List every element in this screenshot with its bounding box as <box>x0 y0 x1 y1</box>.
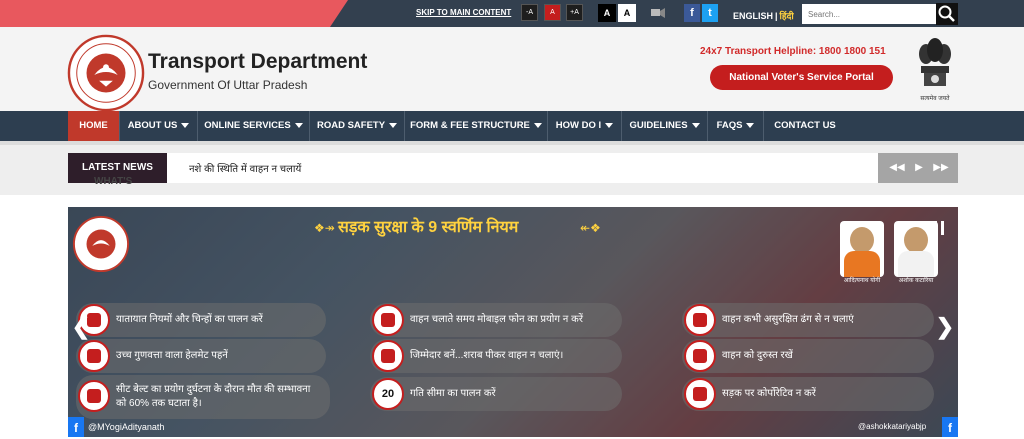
chevron-down-icon <box>181 122 190 128</box>
slider-next-arrow[interactable]: ❯ <box>934 313 956 341</box>
fb-handle-left[interactable]: @MYogiAdityanath <box>88 417 164 437</box>
rule-item-8: वाहन को दुरुस्त रखें <box>682 339 934 373</box>
lang-english-link[interactable]: ENGLISH <box>733 11 773 21</box>
light-contrast-button[interactable]: A <box>618 4 636 22</box>
news-controls: ◀◀ ▶ ▶▶ <box>878 153 958 183</box>
skip-to-main-link[interactable]: SKIP TO MAIN CONTENT <box>416 8 511 17</box>
leader-name-2: अशोक कटारिया <box>898 278 934 284</box>
dark-contrast-button[interactable]: A <box>598 4 616 22</box>
speed-limit-icon: 20 <box>372 378 404 410</box>
main-nav: HOME ABOUT US ONLINE SERVICES ROAD SAFET… <box>0 111 1024 141</box>
vehicle-maintenance-icon <box>684 340 716 372</box>
nav-road-safety[interactable]: ROAD SAFETY <box>310 111 405 141</box>
page-subtitle: Government Of Uttar Pradesh <box>148 78 308 92</box>
chevron-down-icon <box>691 122 700 128</box>
rule-item-4: वाहन चलाते समय मोबाइल फोन का प्रयोग न कर… <box>370 303 622 337</box>
leader-portrait-1 <box>840 221 884 277</box>
chevron-down-icon <box>389 122 398 128</box>
rule-item-7: वाहन कभी असुरक्षित ढंग से न चलाएं <box>682 303 934 337</box>
no-mobile-icon <box>372 304 404 336</box>
nav-online-services[interactable]: ONLINE SERVICES <box>198 111 310 141</box>
road-safety-banner: ❖↠ सड़क सुरक्षा के 9 स्वर्णिम नियम ↞❖ आद… <box>68 207 958 437</box>
facebook-icon[interactable]: f <box>684 4 700 22</box>
rule-item-5: जिम्मेदार बनें...शराब पीकर वाहन न चलाएं। <box>370 339 622 373</box>
pedestrian-icon <box>684 378 716 410</box>
voter-portal-button[interactable]: National Voter's Service Portal <box>710 65 893 90</box>
search-input[interactable] <box>802 4 936 24</box>
search-icon <box>938 5 955 22</box>
leader-portrait-2 <box>894 221 938 277</box>
helmet-icon <box>78 340 110 372</box>
national-emblem: सत्यमेव जयते <box>912 32 958 104</box>
nav-how-do-i[interactable]: HOW DO I <box>548 111 622 141</box>
ashoka-emblem-icon <box>919 38 951 86</box>
chevron-down-icon <box>605 122 614 128</box>
nav-about-us[interactable]: ABOUT US <box>120 111 198 141</box>
lang-hindi-link[interactable]: हिंदी <box>780 11 794 21</box>
facebook-icon: f <box>942 417 958 437</box>
nav-contact-us[interactable]: CONTACT US <box>764 111 846 141</box>
rule-item-6: 20 गति सीमा का पालन करें <box>370 377 622 411</box>
nav-home[interactable]: HOME <box>68 111 120 141</box>
rule-item-2: उच्च गुणवत्ता वाला हेलमेट पहनें <box>76 339 326 373</box>
ornament-right-icon: ↞❖ <box>580 221 601 235</box>
language-switcher: ENGLISH | हिंदी <box>733 11 794 21</box>
nav-form-fee-structure[interactable]: FORM & FEE STRUCTURE <box>405 111 548 141</box>
banner-title: सड़क सुरक्षा के 9 स्वर्णिम नियम <box>338 219 519 236</box>
up-state-logo[interactable] <box>67 34 145 112</box>
rule-item-3: सीट बेल्ट का प्रयोग दुर्घटना के दौरान मौ… <box>76 375 330 419</box>
font-increase-button[interactable]: +A <box>566 4 583 21</box>
screen-reader-icon[interactable] <box>650 6 666 20</box>
search-button[interactable] <box>936 3 958 25</box>
site-header: Transport Department Government Of Uttar… <box>0 27 1024 112</box>
emblem-caption: सत्यमेव जयते <box>920 96 950 102</box>
ornament-left-icon: ❖↠ <box>314 221 335 235</box>
news-ticker-text[interactable]: नशे की स्थिति में वाहन न चलायें <box>189 161 301 175</box>
leader-name-1: आदित्यनाथ योगी <box>843 278 881 284</box>
chevron-down-icon <box>746 122 755 128</box>
latest-news-bar: LATEST NEWS नशे की स्थिति में वाहन न चला… <box>0 145 1024 195</box>
slider-prev-arrow[interactable]: ❮ <box>70 313 92 341</box>
no-drinking-icon <box>372 340 404 372</box>
seatbelt-icon <box>78 380 110 412</box>
twitter-icon[interactable]: t <box>702 4 718 22</box>
play-icon[interactable]: ▶ <box>910 153 928 183</box>
font-decrease-button[interactable]: -A <box>521 4 538 21</box>
facebook-icon: f <box>68 417 84 437</box>
font-normal-button[interactable]: A <box>544 4 561 21</box>
nav-faqs[interactable]: FAQS <box>708 111 764 141</box>
rule-item-9: सड़क पर कोर्पोरेटिव न करें <box>682 377 934 411</box>
whats-new-heading: WHAT'S <box>94 176 133 187</box>
banner-up-logo <box>72 215 130 273</box>
chevron-down-icon <box>533 122 542 128</box>
rule-item-1: यातायात नियमों और चिन्हों का पालन करें <box>76 303 326 337</box>
forward-icon[interactable]: ▶▶ <box>932 153 950 183</box>
rewind-icon[interactable]: ◀◀ <box>888 153 906 183</box>
top-bar-accent <box>0 0 348 27</box>
helpline-text: 24x7 Transport Helpline: 1800 1800 151 <box>700 46 886 57</box>
nav-guidelines[interactable]: GUIDELINES <box>622 111 708 141</box>
chevron-down-icon <box>294 122 303 128</box>
fb-handle-right[interactable]: @ashokkatariyabjp <box>858 417 926 437</box>
page-title: Transport Department <box>148 50 368 73</box>
unsafe-driving-icon <box>684 304 716 336</box>
